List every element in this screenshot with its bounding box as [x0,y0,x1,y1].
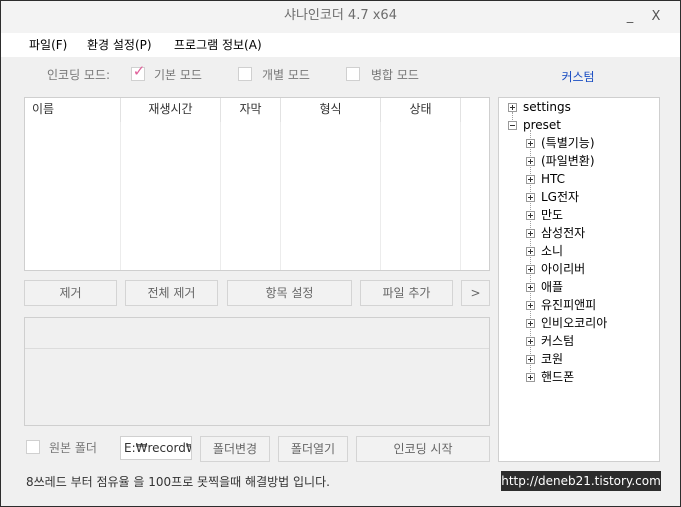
item-settings-button[interactable]: 항목 설정 [227,280,352,306]
expand-icon[interactable] [526,283,535,292]
individual-mode-label[interactable]: 개별 모드 [262,66,310,83]
collapse-icon[interactable] [508,121,517,130]
source-folder-label[interactable]: 원본 폴더 [49,439,97,456]
remove-all-button[interactable]: 전체 제거 [125,280,218,306]
individual-mode-checkbox[interactable] [238,67,252,81]
column-format[interactable]: 형식 [281,98,381,122]
expand-icon[interactable] [526,229,535,238]
menu-file[interactable]: 파일(F) [29,33,67,57]
custom-title: 커스텀 [561,70,595,84]
expand-icon[interactable] [526,265,535,274]
output-path-field[interactable]: E:₩record₩ [120,436,192,460]
merge-mode-label[interactable]: 병합 모드 [371,66,419,83]
check-icon: ✓ [132,62,146,80]
change-folder-button[interactable]: 폴더변경 [200,436,270,462]
window-title: 샤나인코더 4.7 x64 [284,8,397,23]
main-window: 샤나인코더 4.7 x64 _ X 파일(F) 환경 설정(P) 프로그램 정보… [0,0,681,507]
minimize-button[interactable]: _ [617,9,643,27]
column-divider [280,122,281,270]
log-panel [24,317,490,426]
basic-mode-label[interactable]: 기본 모드 [154,66,202,83]
menu-bar: 파일(F) 환경 설정(P) 프로그램 정보(A) [1,33,680,57]
expand-icon[interactable] [526,157,535,166]
expand-icon[interactable] [526,319,535,328]
more-button[interactable]: > [461,280,490,306]
expand-icon[interactable] [526,175,535,184]
expand-icon[interactable] [526,301,535,310]
file-list[interactable]: 이름 재생시간 자막 형식 상태 [24,97,490,271]
watermark-url: http://deneb21.tistory.com [501,471,661,491]
encoding-mode-label: 인코딩 모드: [47,68,111,82]
close-button[interactable]: X [643,9,669,27]
column-subtitle[interactable]: 자막 [221,98,281,122]
basic-mode-checkbox[interactable]: ✓ [131,63,145,81]
expand-icon[interactable] [508,103,517,112]
column-divider [220,122,221,270]
column-status[interactable]: 상태 [381,98,461,122]
title-bar[interactable]: 샤나인코더 4.7 x64 _ X [1,1,680,33]
expand-icon[interactable] [526,139,535,148]
expand-icon[interactable] [526,373,535,382]
status-text: 8쓰레드 부터 점유율 을 100프로 못찍을때 해결방법 입니다. [26,475,330,489]
source-folder-checkbox[interactable] [26,440,40,454]
column-name[interactable]: 이름 [25,98,121,122]
merge-mode-checkbox[interactable] [346,67,360,81]
menu-program-info[interactable]: 프로그램 정보(A) [174,33,262,57]
menu-settings[interactable]: 환경 설정(P) [87,33,152,57]
start-encoding-button[interactable]: 인코딩 시작 [356,436,490,462]
add-file-button[interactable]: 파일 추가 [360,280,453,306]
remove-button[interactable]: 제거 [24,280,117,306]
expand-icon[interactable] [526,337,535,346]
column-divider [120,122,121,270]
column-divider [380,122,381,270]
column-divider [460,122,461,270]
expand-icon[interactable] [526,247,535,256]
preset-tree[interactable]: settings preset (특별기능) (파일변환) HTC LG전자 만… [498,97,660,462]
expand-icon[interactable] [526,193,535,202]
expand-icon[interactable] [526,355,535,364]
open-folder-button[interactable]: 폴더열기 [278,436,348,462]
column-duration[interactable]: 재생시간 [121,98,221,122]
log-divider [25,348,489,349]
expand-icon[interactable] [526,211,535,220]
